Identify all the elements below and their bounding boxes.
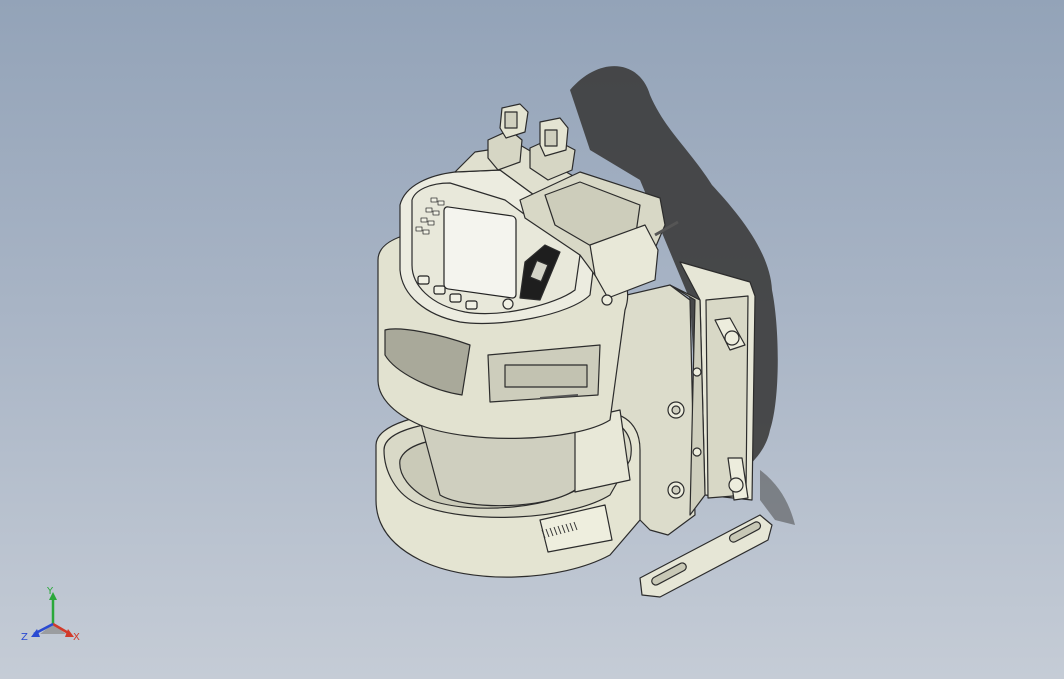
model-shadow-lower [760,470,795,525]
key-4[interactable] [465,300,478,310]
cad-model[interactable] [0,0,1064,679]
lcd-screen [443,206,517,299]
y-axis-label: Y [46,586,54,597]
round-button[interactable] [502,298,514,310]
key-3[interactable] [449,293,462,303]
x-axis-label: X [73,632,80,643]
axis-triad: Y X Z [21,586,80,643]
cad-viewport[interactable]: Y X Z [0,0,1064,679]
z-axis-label: Z [21,632,28,643]
front-lens-slot [504,364,588,388]
connector-right [529,117,576,181]
key-1[interactable] [417,275,430,285]
key-2[interactable] [433,285,446,295]
